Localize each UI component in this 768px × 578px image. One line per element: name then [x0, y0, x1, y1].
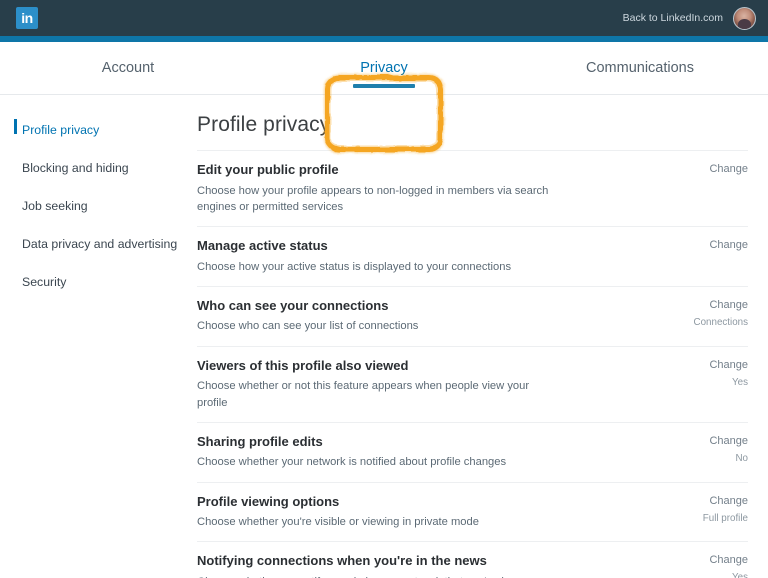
setting-value: Full profile: [702, 512, 748, 524]
setting-row: Notifying connections when you're in the…: [197, 542, 748, 578]
tab-communications[interactable]: Communications: [512, 42, 768, 94]
change-button[interactable]: Change: [678, 359, 748, 371]
tab-communications-label: Communications: [586, 60, 694, 76]
setting-value: Connections: [693, 316, 748, 328]
change-button[interactable]: Change: [678, 239, 748, 251]
setting-text-group: Notifying connections when you're in the…: [197, 553, 662, 578]
setting-text-group: Who can see your connections Choose who …: [197, 298, 662, 335]
change-button[interactable]: Change: [678, 435, 748, 447]
top-header-bar: in Back to LinkedIn.com: [0, 0, 768, 36]
setting-title: Viewers of this profile also viewed: [197, 357, 409, 373]
sidebar-item-label: Job seeking: [22, 198, 88, 213]
setting-text-group: Profile viewing options Choose whether y…: [197, 494, 662, 531]
setting-description: Choose whether you're visible or viewing…: [197, 516, 479, 529]
settings-sidebar: Profile privacy Blocking and hiding Job …: [0, 95, 190, 578]
sidebar-item-blocking-and-hiding[interactable]: Blocking and hiding: [0, 155, 190, 180]
tab-account-label: Account: [101, 60, 155, 76]
sidebar-item-security[interactable]: Security: [0, 269, 190, 294]
setting-description: Choose whether your network is notified …: [197, 456, 507, 469]
sidebar-item-label: Data privacy and advertising: [22, 236, 178, 251]
setting-text-group: Manage active status Choose how your act…: [197, 238, 662, 275]
setting-action-group: Change No: [678, 434, 748, 464]
sidebar-item-label: Profile privacy: [22, 122, 100, 137]
page-title: Profile privacy: [197, 113, 331, 136]
linkedin-logo-icon[interactable]: in: [16, 7, 38, 29]
change-button[interactable]: Change: [678, 163, 748, 175]
setting-description: Choose how your profile appears to non-l…: [197, 184, 549, 213]
tab-privacy-label: Privacy: [360, 60, 408, 76]
setting-title: Sharing profile edits: [197, 433, 323, 449]
settings-list: Edit your public profile Choose how your…: [197, 150, 748, 578]
setting-title: Edit your public profile: [197, 162, 339, 177]
setting-description: Choose whether we notify people in your …: [197, 574, 552, 578]
content-area: Profile privacy Blocking and hiding Job …: [0, 95, 768, 578]
setting-action-group: Change Connections: [678, 298, 748, 328]
setting-row: Who can see your connections Choose who …: [197, 287, 748, 347]
sidebar-item-label: Security: [22, 274, 67, 289]
setting-action-group: Change: [678, 238, 748, 257]
setting-row: Viewers of this profile also viewed Choo…: [197, 347, 748, 423]
setting-text-group: Sharing profile edits Choose whether you…: [197, 434, 662, 471]
setting-text-group: Edit your public profile Choose how your…: [197, 162, 662, 215]
settings-tabbar: Account Privacy Communications: [0, 42, 768, 152]
setting-action-group: Change Yes: [678, 358, 748, 388]
setting-value: Yes: [732, 376, 748, 388]
setting-action-group: Change: [678, 162, 748, 181]
setting-row: Sharing profile edits Choose whether you…: [197, 423, 748, 483]
setting-description: Choose who can see your list of connecti…: [197, 320, 419, 333]
setting-row: Profile viewing options Choose whether y…: [197, 483, 748, 543]
setting-title: Notifying connections when you're in the…: [197, 553, 487, 569]
setting-title: Who can see your connections: [197, 297, 389, 313]
sidebar-item-profile-privacy[interactable]: Profile privacy: [0, 117, 190, 142]
sidebar-item-job-seeking[interactable]: Job seeking: [0, 193, 190, 218]
change-button[interactable]: Change: [678, 554, 748, 566]
change-button[interactable]: Change: [678, 495, 748, 507]
sidebar-item-data-privacy-and-advertising[interactable]: Data privacy and advertising: [0, 231, 190, 256]
active-tab-underline: [353, 84, 415, 88]
main-panel: Profile privacy Edit your public profile…: [190, 95, 768, 578]
back-to-linkedin-link[interactable]: Back to LinkedIn.com: [623, 12, 723, 24]
setting-action-group: Change Yes: [678, 553, 748, 578]
setting-description: Choose whether or not this feature appea…: [197, 380, 530, 409]
header-right-group: Back to LinkedIn.com: [623, 6, 756, 30]
setting-text-group: Viewers of this profile also viewed Choo…: [197, 358, 662, 411]
avatar[interactable]: [733, 6, 756, 30]
setting-title: Manage active status: [197, 238, 328, 254]
setting-value: No: [735, 452, 748, 464]
setting-value: Yes: [732, 572, 748, 578]
setting-description: Choose how your active status is display…: [197, 260, 512, 273]
setting-title: Profile viewing options: [197, 493, 340, 509]
setting-row: Manage active status Choose how your act…: [197, 227, 748, 287]
setting-row: Edit your public profile Choose how your…: [197, 151, 748, 228]
sidebar-item-label: Blocking and hiding: [22, 160, 129, 175]
change-button[interactable]: Change: [678, 299, 748, 311]
tab-account[interactable]: Account: [0, 42, 256, 94]
setting-action-group: Change Full profile: [678, 494, 748, 524]
tab-privacy[interactable]: Privacy: [256, 42, 512, 94]
